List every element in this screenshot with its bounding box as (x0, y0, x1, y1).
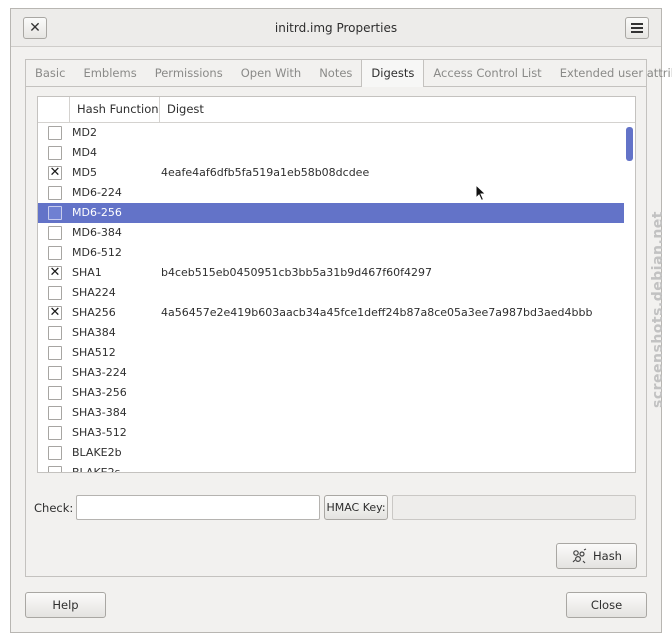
list-item[interactable]: SHA3-384 (38, 403, 624, 423)
tab-access-control-list[interactable]: Access Control List (424, 60, 550, 86)
list-item[interactable]: ✕ MD5 4eafe4af6dfb5fa519a1eb58b08dcdee (38, 163, 624, 183)
hash-checkbox[interactable] (48, 126, 62, 140)
properties-notebook: Basic Emblems Permissions Open With Notes Dig… (25, 59, 672, 577)
check-input[interactable] (77, 496, 319, 519)
hash-checkbox[interactable]: ✕ (48, 166, 62, 180)
hamburger-menu-icon (631, 23, 643, 33)
tab-open-with[interactable]: Open With (232, 60, 310, 86)
hash-checkbox[interactable] (48, 386, 62, 400)
list-item[interactable]: MD6-224 (38, 183, 624, 203)
list-item[interactable]: MD2 (38, 123, 624, 143)
list-item[interactable]: BLAKE2s (38, 463, 624, 473)
column-header-digest[interactable]: Digest (160, 97, 635, 123)
digest-value: 4eafe4af6dfb5fa519a1eb58b08dcdee (161, 166, 370, 179)
list-item[interactable]: SHA384 (38, 323, 624, 343)
list-item[interactable]: MD6-384 (38, 223, 624, 243)
hash-function-name: BLAKE2b (72, 446, 122, 459)
hash-checkbox[interactable] (48, 326, 62, 340)
tab-extended-user-attributes[interactable]: Extended user attributes (551, 60, 672, 86)
hash-checkbox[interactable]: ✕ (48, 266, 62, 280)
column-header-hash-function[interactable]: Hash Function (70, 97, 160, 123)
hash-checkbox[interactable] (48, 406, 62, 420)
help-button[interactable]: Help (25, 592, 106, 618)
hash-button-label: Hash (593, 549, 622, 563)
list-item[interactable]: MD6-512 (38, 243, 624, 263)
hash-function-name: SHA3-256 (72, 386, 127, 399)
hash-checkbox[interactable] (48, 206, 62, 220)
list-item[interactable]: SHA3-224 (38, 363, 624, 383)
hash-function-name: MD6-512 (72, 246, 122, 259)
list-item[interactable]: ✕ SHA256 4a56457e2e419b603aacb34a45fce1def… (38, 303, 624, 323)
hash-button[interactable]: Hash (556, 543, 637, 569)
list-item[interactable]: SHA3-512 (38, 423, 624, 443)
digest-rows: MD2 MD4 ✕ MD5 4eafe4af6dfb5fa519a1eb58b08dcd… (38, 123, 624, 473)
list-item[interactable]: MD6-256 (38, 203, 624, 223)
hash-function-name: SHA1 (72, 266, 102, 279)
hash-icon (571, 548, 587, 564)
list-item[interactable]: BLAKE2b (38, 443, 624, 463)
window-menu-button[interactable] (625, 17, 649, 39)
list-item[interactable]: SHA3-256 (38, 383, 624, 403)
hash-checkbox[interactable] (48, 186, 62, 200)
hash-function-name: SHA224 (72, 286, 116, 299)
hmac-key-input[interactable] (393, 496, 635, 519)
hash-checkbox[interactable] (48, 146, 62, 160)
title-bar: ✕ initrd.img Properties (11, 9, 661, 47)
hash-checkbox[interactable] (48, 286, 62, 300)
hash-function-name: SHA3-384 (72, 406, 127, 419)
hash-checkbox[interactable] (48, 466, 62, 472)
hash-function-name: MD5 (72, 166, 97, 179)
window-title: initrd.img Properties (274, 21, 398, 35)
tab-bar: Basic Emblems Permissions Open With Notes Dig… (26, 60, 672, 87)
hash-function-name: MD4 (72, 146, 97, 159)
hmac-key-field[interactable] (392, 495, 636, 520)
digest-value: 4a56457e2e419b603aacb34a45fce1deff24b87a… (161, 306, 593, 319)
tab-emblems[interactable]: Emblems (74, 60, 145, 86)
hash-function-name: MD6-384 (72, 226, 122, 239)
digest-list-header: Hash Function Digest (38, 97, 635, 123)
hash-function-name: MD2 (72, 126, 97, 139)
properties-dialog: ✕ initrd.img Properties Basic Emblems Perm… (10, 8, 672, 633)
hash-function-name: SHA512 (72, 346, 116, 359)
list-item[interactable]: SHA512 (38, 343, 624, 363)
hash-checkbox[interactable] (48, 366, 62, 380)
vertical-scrollbar-thumb[interactable] (626, 127, 633, 161)
mouse-pointer-icon (475, 184, 487, 202)
hash-function-name: MD6-256 (72, 206, 122, 219)
watermark-text: screenshots.debian.net (650, 211, 666, 408)
hash-checkbox[interactable] (48, 446, 62, 460)
hash-function-name: SHA3-512 (72, 426, 127, 439)
check-label: Check: (34, 501, 74, 515)
column-header-check[interactable] (38, 97, 70, 123)
tab-digests[interactable]: Digests (361, 60, 425, 87)
hash-function-name: SHA256 (72, 306, 116, 319)
hmac-key-button[interactable]: HMAC Key: (324, 495, 388, 520)
hash-function-name: BLAKE2s (72, 466, 121, 473)
tab-permissions[interactable]: Permissions (146, 60, 232, 86)
list-item[interactable]: SHA224 (38, 283, 624, 303)
hash-checkbox[interactable] (48, 346, 62, 360)
close-button[interactable]: Close (566, 592, 647, 618)
hash-checkbox[interactable] (48, 246, 62, 260)
hash-checkbox[interactable] (48, 426, 62, 440)
list-item[interactable]: ✕ SHA1 b4ceb515eb0450951cb3bb5a31b9d467f60… (38, 263, 624, 283)
hash-function-name: MD6-224 (72, 186, 122, 199)
hash-function-name: SHA384 (72, 326, 116, 339)
digest-value: b4ceb515eb0450951cb3bb5a31b9d467f60f4297 (161, 266, 432, 279)
hash-checkbox[interactable] (48, 226, 62, 240)
check-field[interactable] (76, 495, 320, 520)
list-item[interactable]: MD4 (38, 143, 624, 163)
hash-function-name: SHA3-224 (72, 366, 127, 379)
hash-checkbox[interactable]: ✕ (48, 306, 62, 320)
tab-basic[interactable]: Basic (26, 60, 74, 86)
tab-notes[interactable]: Notes (310, 60, 361, 86)
digest-list[interactable]: Hash Function Digest MD2 MD4 ✕ MD5 4eafe4af6… (37, 96, 636, 473)
